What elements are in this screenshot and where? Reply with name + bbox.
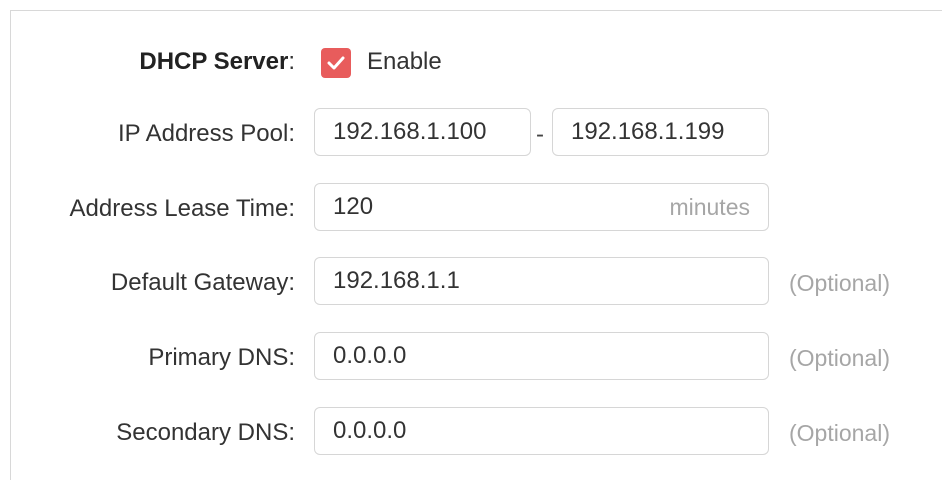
default-gateway-input[interactable]: 192.168.1.1 [314, 257, 769, 305]
primary-dns-label: Primary DNS: [148, 344, 295, 371]
secondary-dns-hint: (Optional) [789, 420, 890, 446]
primary-dns-hint: (Optional) [789, 345, 890, 371]
default-gateway-hint: (Optional) [789, 270, 890, 296]
primary-dns-value: 0.0.0.0 [333, 342, 407, 369]
lease-time-input[interactable]: 120 minutes [314, 183, 769, 231]
ip-pool-end-input[interactable]: 192.168.1.199 [552, 108, 769, 156]
checkmark-icon [327, 56, 345, 70]
ip-pool-separator: - [536, 121, 544, 148]
default-gateway-value: 192.168.1.1 [333, 267, 460, 294]
secondary-dns-label: Secondary DNS: [116, 419, 295, 446]
primary-dns-input[interactable]: 0.0.0.0 [314, 332, 769, 380]
ip-pool-end-value: 192.168.1.199 [571, 118, 725, 145]
secondary-dns-input[interactable]: 0.0.0.0 [314, 407, 769, 455]
lease-time-value: 120 [333, 193, 374, 220]
dhcp-server-label-colon: : [288, 48, 295, 75]
secondary-dns-value: 0.0.0.0 [333, 417, 407, 444]
dhcp-server-label-text: DHCP Server [139, 48, 289, 75]
lease-time-label: Address Lease Time: [69, 195, 295, 222]
lease-time-unit: minutes [669, 194, 750, 220]
dhcp-server-label: DHCP Server: [139, 48, 295, 76]
default-gateway-label: Default Gateway: [110, 269, 295, 296]
ip-pool-start-value: 192.168.1.100 [333, 118, 487, 145]
ip-pool-start-input[interactable]: 192.168.1.100 [314, 108, 531, 156]
dhcp-enable-label[interactable]: Enable [367, 48, 442, 76]
ip-pool-label: IP Address Pool: [118, 120, 295, 147]
dhcp-enable-checkbox[interactable] [321, 48, 351, 78]
